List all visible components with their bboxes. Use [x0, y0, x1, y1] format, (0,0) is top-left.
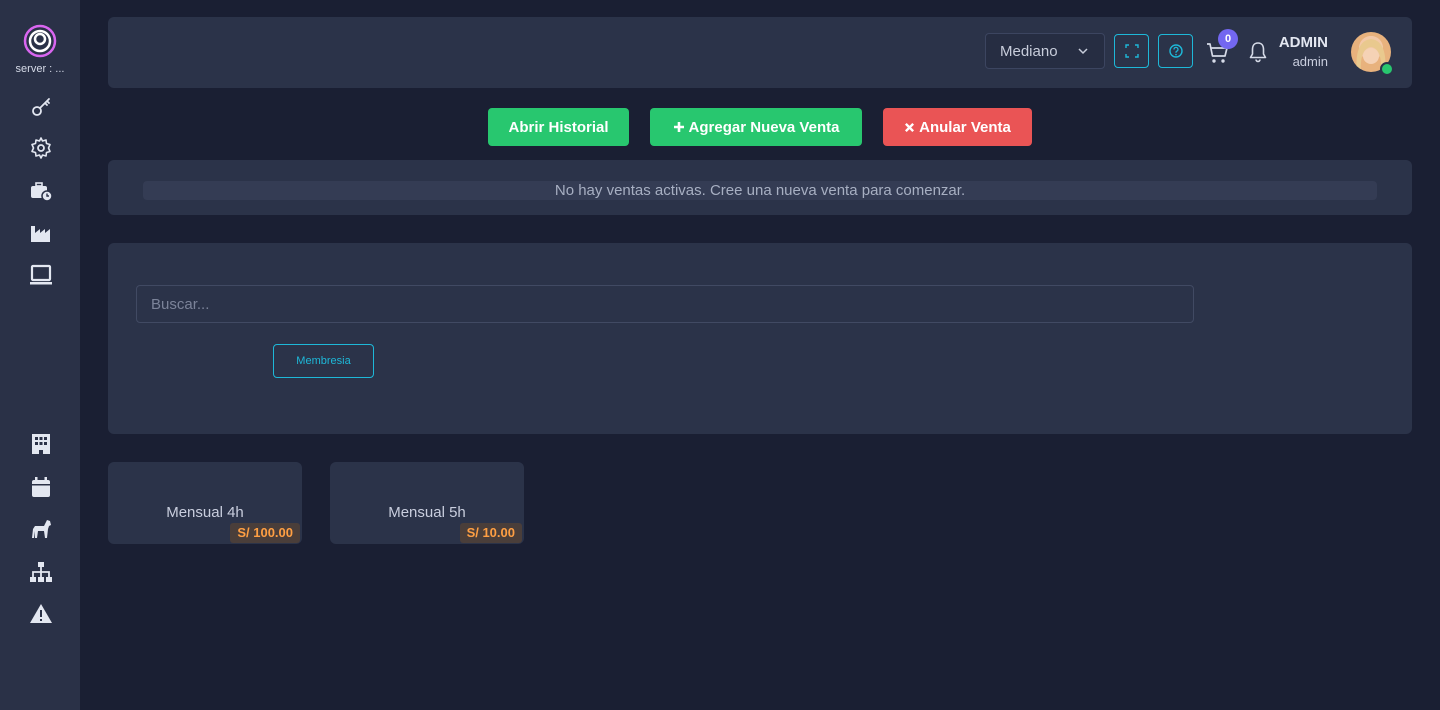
plus-icon: [673, 122, 684, 132]
sales-status-panel: No hay ventas activas. Cree una nueva ve…: [108, 160, 1412, 215]
top-navbar: Mediano 0 ADMIN admin: [108, 17, 1412, 88]
user-role: admin: [1292, 54, 1328, 69]
fullscreen-button[interactable]: [1114, 34, 1149, 68]
fullscreen-icon: [1124, 44, 1139, 58]
sitemap-icon[interactable]: [28, 559, 54, 585]
void-sale-label: Anular Venta: [919, 118, 1011, 136]
bell-icon[interactable]: [1248, 41, 1268, 63]
factory-icon[interactable]: [28, 220, 54, 246]
void-sale-button[interactable]: Anular Venta: [883, 108, 1032, 146]
search-input[interactable]: [136, 285, 1194, 323]
filter-membership-button[interactable]: Membresia: [273, 344, 374, 378]
chevron-down-icon: [1078, 48, 1088, 55]
key-icon[interactable]: [28, 94, 54, 120]
product-name: Mensual 5h: [388, 504, 466, 521]
user-name: ADMIN: [1278, 34, 1328, 51]
product-card[interactable]: Mensual 5h S/ 10.00: [330, 462, 524, 544]
no-sales-message: No hay ventas activas. Cree una nueva ve…: [143, 181, 1377, 200]
product-name: Mensual 4h: [166, 504, 244, 521]
product-price-badge: S/ 10.00: [459, 523, 522, 543]
warning-icon[interactable]: [28, 601, 54, 627]
size-select[interactable]: Mediano: [985, 33, 1105, 69]
help-button[interactable]: [1158, 34, 1193, 68]
question-circle-icon: [1168, 44, 1183, 58]
size-select-value: Mediano: [1000, 42, 1058, 60]
online-status-dot: [1380, 62, 1394, 76]
add-sale-label: Agregar Nueva Venta: [688, 118, 840, 136]
open-history-label: Abrir Historial: [508, 118, 609, 136]
gear-icon[interactable]: [28, 135, 54, 161]
cart-count-badge: 0: [1218, 29, 1238, 49]
server-label: server : ...: [15, 63, 65, 75]
briefcase-clock-icon[interactable]: [28, 178, 54, 204]
open-history-button[interactable]: Abrir Historial: [488, 108, 629, 146]
add-sale-button[interactable]: Agregar Nueva Venta: [650, 108, 862, 146]
building-icon[interactable]: [28, 431, 54, 457]
calendar-icon[interactable]: [28, 474, 54, 500]
horse-icon[interactable]: [28, 516, 54, 542]
brand-logo-icon[interactable]: [23, 24, 57, 58]
close-icon: [905, 122, 915, 132]
product-card[interactable]: Mensual 4h S/ 100.00: [108, 462, 302, 544]
product-search-panel: Membresia: [108, 243, 1412, 434]
laptop-icon[interactable]: [28, 262, 54, 288]
product-price-badge: S/ 100.00: [230, 523, 300, 543]
sidebar: server : ...: [0, 0, 80, 710]
